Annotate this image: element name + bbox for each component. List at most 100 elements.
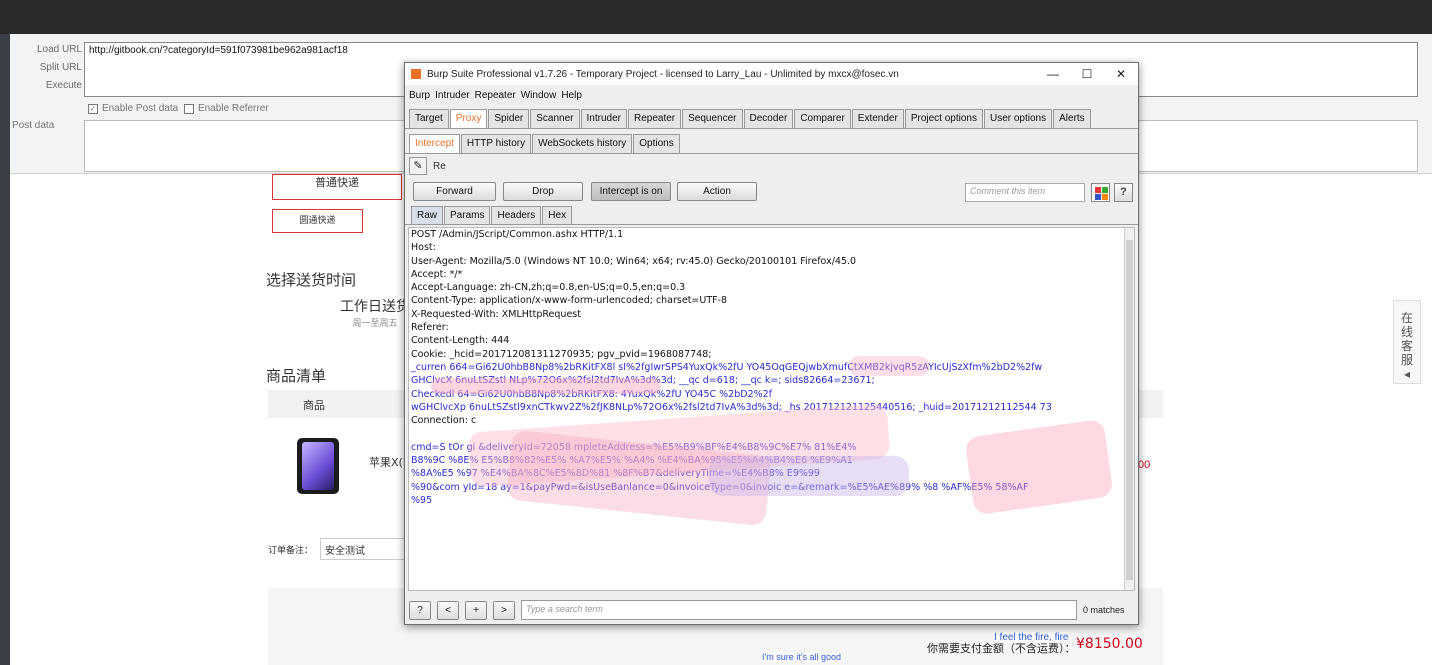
view-tab-headers[interactable]: Headers [491, 206, 542, 224]
message-view-tabs: Raw Params Headers Hex [405, 204, 1138, 225]
os-top-bar [0, 0, 1432, 34]
video-caption-2: I'm sure it's all good [762, 652, 841, 662]
subtab-http-history[interactable]: HTTP history [460, 134, 532, 153]
cs-char: 在 [1400, 311, 1413, 325]
request-line: Content-Type: application/x-www-form-url… [411, 295, 728, 307]
tab-user-options[interactable]: User options [983, 109, 1053, 128]
tab-repeater[interactable]: Repeater [627, 109, 682, 128]
tab-alerts[interactable]: Alerts [1053, 109, 1091, 128]
split-url-button[interactable]: Split URL [16, 62, 82, 73]
edit-pencil-icon[interactable]: ✎ [409, 157, 427, 175]
tab-extender[interactable]: Extender [851, 109, 904, 128]
request-editor[interactable]: POST /Admin/JScript/Common.ashx HTTP/1.1… [408, 227, 1135, 591]
burp-app-icon [411, 69, 421, 79]
search-bar: ? < + > Type a search term 0 matches [405, 596, 1138, 624]
delivery-time-heading: 选择送货时间 [266, 271, 357, 289]
burp-window-title: Burp Suite Professional v1.7.26 - Tempor… [427, 68, 899, 80]
tab-project-options[interactable]: Project options [904, 109, 983, 128]
menu-help[interactable]: Help [561, 90, 582, 101]
burp-title-bar[interactable]: Burp Suite Professional v1.7.26 - Tempor… [405, 63, 1138, 85]
product-list-heading: 商品清单 [266, 367, 327, 385]
help-icon[interactable]: ? [1114, 183, 1133, 202]
cs-arrow-icon: ◂ [1403, 367, 1411, 381]
tab-sequencer[interactable]: Sequencer [682, 109, 743, 128]
request-line: _curren 664=Gi62U0hbB8Np8%2bRKitFX8l sI%… [411, 361, 1043, 373]
main-tabs: Target Proxy Spider Scanner Intruder Rep… [405, 105, 1138, 129]
scrollbar-thumb[interactable] [1126, 240, 1133, 580]
subtab-websockets-history[interactable]: WebSockets history [532, 134, 633, 153]
tab-intruder[interactable]: Intruder [580, 109, 627, 128]
enable-post-option[interactable]: ✓ Enable Post data [88, 103, 178, 114]
shipping-yuantong-option[interactable]: 圆通快递 [272, 209, 363, 233]
request-line: User-Agent: Mozilla/5.0 (Windows NT 10.0… [411, 255, 857, 267]
search-help-button[interactable]: ? [409, 600, 431, 620]
intercept-toggle-button[interactable]: Intercept is on [591, 181, 671, 201]
post-data-label: Post data [12, 120, 55, 131]
tab-proxy[interactable]: Proxy [449, 109, 488, 128]
request-line: POST /Admin/JScript/Common.ashx HTTP/1.1 [411, 229, 624, 240]
enable-referrer-option[interactable]: Enable Referrer [184, 103, 269, 114]
request-line: Content-Length: 444 [411, 335, 510, 347]
tab-target[interactable]: Target [409, 109, 449, 128]
enable-post-checkbox[interactable]: ✓ [88, 103, 98, 114]
order-remark-label: 订单备注： [268, 546, 314, 556]
subtab-intercept[interactable]: Intercept [409, 134, 460, 153]
tab-scanner[interactable]: Scanner [530, 109, 580, 128]
cs-char: 线 [1400, 325, 1413, 339]
load-url-button[interactable]: Load URL [16, 44, 82, 55]
shipping-normal-option[interactable]: 普通快递 [272, 174, 402, 200]
search-next-button[interactable]: > [493, 600, 515, 620]
request-line: X-Requested-With: XMLHttpRequest [411, 308, 581, 320]
view-tab-hex[interactable]: Hex [542, 206, 573, 224]
comment-input[interactable]: Comment this item [965, 183, 1085, 202]
request-line: Referer: [411, 322, 449, 334]
tab-comparer[interactable]: Comparer [794, 109, 851, 128]
maximize-icon[interactable]: ☐ [1070, 67, 1104, 81]
search-prev-button[interactable]: < [437, 600, 459, 620]
desktop-left-strip [0, 34, 10, 665]
search-match-count: 0 matches [1083, 605, 1125, 615]
action-button[interactable]: Action [677, 181, 757, 201]
enable-referrer-checkbox[interactable] [184, 103, 194, 114]
video-caption-1: I feel the fire, fire [994, 632, 1069, 643]
menu-repeater[interactable]: Repeater [475, 90, 516, 101]
tab-spider[interactable]: Spider [488, 109, 530, 128]
cs-char: 服 [1400, 353, 1413, 367]
redaction-smear [431, 378, 661, 394]
product-column-label: 商品 [303, 399, 325, 412]
request-line: Cookie: _hcid=201712081311270935; pgv_pv… [411, 348, 712, 360]
tab-decoder[interactable]: Decoder [743, 109, 794, 128]
view-tab-raw[interactable]: Raw [411, 206, 444, 224]
editor-scrollbar[interactable] [1124, 228, 1134, 590]
drop-button[interactable]: Drop [503, 181, 583, 201]
search-input[interactable]: Type a search term [521, 600, 1077, 620]
request-info-row: ✎ Re [405, 154, 1138, 178]
execute-button[interactable]: Execute [16, 80, 82, 91]
product-price-fragment: 00 [1138, 459, 1151, 471]
close-icon[interactable]: ✕ [1104, 67, 1138, 81]
request-line: Accept-Language: zh-CN,zh;q=0.8,en-US;q=… [411, 282, 686, 294]
product-image [297, 438, 339, 494]
highlight-color-icon[interactable] [1091, 183, 1110, 202]
forward-button[interactable]: Forward [413, 181, 496, 201]
enable-referrer-label: Enable Referrer [198, 103, 269, 114]
view-tab-params[interactable]: Params [444, 206, 491, 224]
request-info-text: Re [433, 160, 446, 172]
redaction-smear [709, 456, 909, 496]
subtab-options[interactable]: Options [633, 134, 680, 153]
cs-char: 客 [1400, 339, 1413, 353]
enable-post-label: Enable Post data [102, 103, 179, 114]
product-name[interactable]: 苹果X(i [369, 454, 406, 470]
minimize-icon[interactable]: — [1036, 67, 1070, 81]
menu-burp[interactable]: Burp [409, 90, 430, 101]
burp-window: Burp Suite Professional v1.7.26 - Tempor… [404, 62, 1139, 625]
burp-menu-bar: Burp Intruder Repeater Window Help [405, 85, 1138, 105]
menu-window[interactable]: Window [521, 90, 557, 101]
order-remark-input[interactable]: 安全测试 [320, 538, 410, 560]
customer-service-tab[interactable]: 在 线 客 服 ◂ [1393, 300, 1421, 384]
menu-intruder[interactable]: Intruder [435, 90, 469, 101]
pay-amount-total: ¥8150.00 [1076, 636, 1143, 652]
search-add-button[interactable]: + [465, 600, 487, 620]
proxy-subtabs: Intercept HTTP history WebSockets histor… [405, 129, 1138, 154]
request-line: Accept: */* [411, 268, 463, 280]
